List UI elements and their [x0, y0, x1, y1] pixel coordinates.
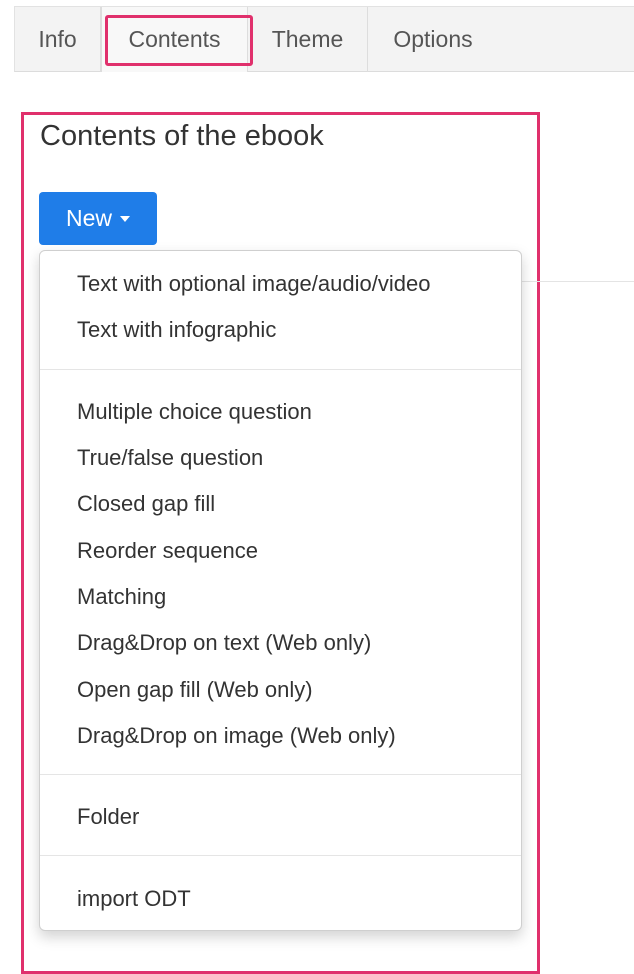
panel-title: Contents of the ebook — [40, 120, 324, 152]
tab-theme[interactable]: Theme — [248, 7, 368, 72]
menu-item-dragdrop-image[interactable]: Drag&Drop on image (Web only) — [77, 725, 396, 747]
menu-item-dragdrop-text[interactable]: Drag&Drop on text (Web only) — [77, 632, 371, 654]
new-button[interactable]: New — [39, 192, 157, 245]
tab-options[interactable]: Options — [368, 7, 498, 72]
menu-item-multiple-choice[interactable]: Multiple choice question — [77, 401, 312, 423]
menu-divider — [40, 774, 521, 775]
menu-item-text-with-infographic[interactable]: Text with infographic — [77, 319, 276, 341]
tab-bar: Info Contents Theme Options — [14, 6, 634, 72]
menu-item-text-with-media[interactable]: Text with optional image/audio/video — [77, 273, 430, 295]
menu-item-open-gap-fill[interactable]: Open gap fill (Web only) — [77, 679, 313, 701]
menu-item-closed-gap-fill[interactable]: Closed gap fill — [77, 493, 215, 515]
new-dropdown-menu: Text with optional image/audio/video Tex… — [39, 250, 522, 931]
menu-item-folder[interactable]: Folder — [77, 806, 139, 828]
caret-down-icon — [120, 215, 130, 222]
menu-item-import-odt[interactable]: import ODT — [77, 888, 191, 910]
menu-divider — [40, 369, 521, 370]
tab-contents[interactable]: Contents — [101, 7, 248, 72]
menu-divider — [40, 855, 521, 856]
menu-item-reorder-sequence[interactable]: Reorder sequence — [77, 540, 258, 562]
tab-info[interactable]: Info — [15, 7, 101, 72]
menu-item-true-false[interactable]: True/false question — [77, 447, 263, 469]
menu-item-matching[interactable]: Matching — [77, 586, 166, 608]
new-button-label: New — [65, 205, 112, 231]
divider — [522, 281, 634, 282]
